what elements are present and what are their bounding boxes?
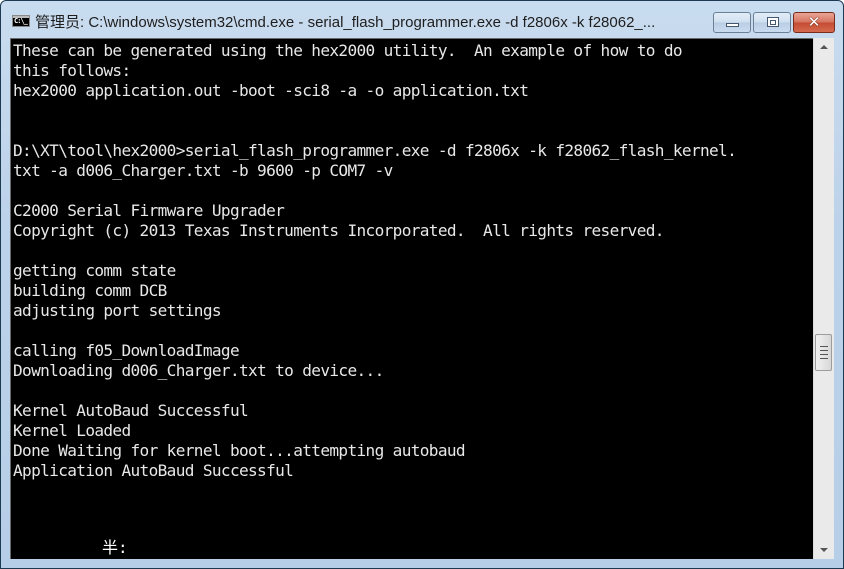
title-bar[interactable]: C:\_ 管理员: C:\windows\system32\cmd.exe - … [1, 1, 843, 37]
scroll-thumb[interactable] [815, 334, 832, 371]
grip-line-icon [820, 354, 828, 355]
vertical-scrollbar[interactable] [813, 38, 834, 559]
ime-indicator: 半: [102, 538, 128, 557]
grip-line-icon [820, 358, 828, 359]
scroll-down-button[interactable] [814, 541, 834, 559]
grip-line-icon [820, 346, 828, 347]
arrow-up-icon [820, 45, 828, 49]
console-icon-glyph: C:\_ [14, 17, 28, 25]
scroll-up-button[interactable] [814, 38, 834, 56]
console-output[interactable]: These can be generated using the hex2000… [10, 38, 813, 559]
minimize-button[interactable] [713, 12, 751, 33]
minimize-icon [726, 23, 739, 27]
maximize-icon [767, 17, 779, 27]
window-title: 管理员: C:\windows\system32\cmd.exe - seria… [35, 14, 656, 31]
console-icon[interactable]: C:\_ [12, 15, 30, 27]
maximize-button[interactable] [753, 12, 791, 33]
close-button[interactable]: ✕ [793, 12, 835, 33]
arrow-down-icon [820, 548, 828, 552]
close-icon: ✕ [807, 13, 821, 31]
console-text: These can be generated using the hex2000… [13, 41, 737, 480]
cmd-window: C:\_ 管理员: C:\windows\system32\cmd.exe - … [0, 0, 844, 569]
grip-line-icon [820, 350, 828, 351]
